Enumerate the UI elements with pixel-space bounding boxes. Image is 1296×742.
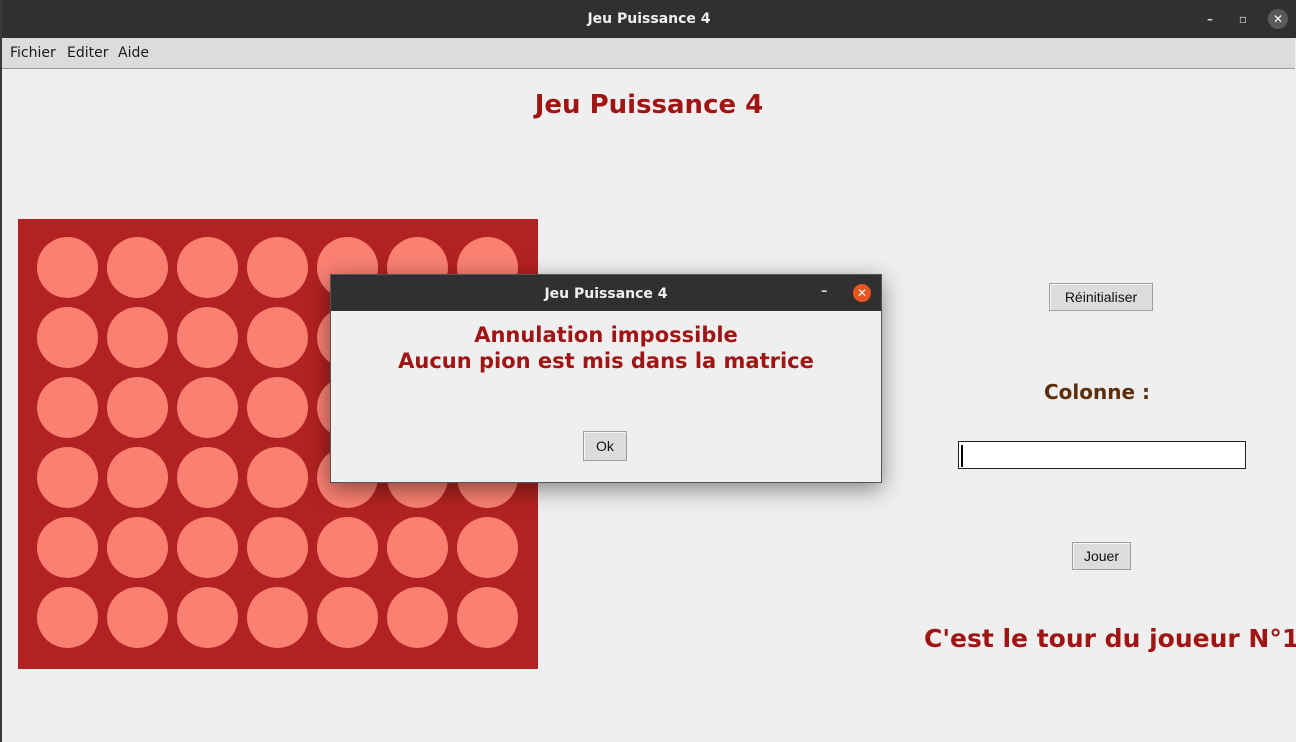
board-cell	[177, 517, 238, 578]
column-label: Colonne :	[1044, 380, 1151, 404]
board-cell	[37, 587, 98, 648]
page-title: Jeu Puissance 4	[534, 90, 764, 120]
minimize-icon[interactable]: –	[1200, 9, 1220, 29]
dialog-message-line1: Annulation impossible	[474, 323, 738, 347]
board-cell	[107, 307, 168, 368]
play-button[interactable]: Jouer	[1072, 542, 1131, 570]
board-cell	[247, 447, 308, 508]
board-cell	[107, 377, 168, 438]
close-icon[interactable]: ✕	[1268, 9, 1288, 29]
board-cell	[107, 587, 168, 648]
board-cell	[387, 517, 448, 578]
dialog-minimize-icon[interactable]: –	[821, 284, 828, 299]
board-cell	[247, 587, 308, 648]
reset-button[interactable]: Réinitialiser	[1049, 283, 1153, 311]
board-cell	[457, 587, 518, 648]
menu-fichier[interactable]: Fichier	[10, 45, 56, 61]
dialog-message-line2: Aucun pion est mis dans la matrice	[398, 349, 814, 373]
error-dialog: Jeu Puissance 4 – ✕ Annulation impossibl…	[330, 274, 882, 483]
dialog-title-bar[interactable]: Jeu Puissance 4 – ✕	[331, 275, 881, 311]
board-cell	[177, 447, 238, 508]
window-title: Jeu Puissance 4	[587, 11, 711, 27]
board-cell	[37, 377, 98, 438]
board-cell	[37, 307, 98, 368]
ok-button[interactable]: Ok	[583, 431, 627, 461]
maximize-icon[interactable]: ▫	[1233, 9, 1253, 29]
board-cell	[457, 517, 518, 578]
board-cell	[177, 307, 238, 368]
board-cell	[177, 587, 238, 648]
board-cell	[37, 517, 98, 578]
board-cell	[247, 517, 308, 578]
board-cell	[177, 377, 238, 438]
dialog-title: Jeu Puissance 4	[544, 286, 668, 302]
board-cell	[247, 307, 308, 368]
menu-bar: Fichier Editer Aide	[2, 38, 1295, 69]
board-cell	[177, 237, 238, 298]
menu-editer[interactable]: Editer	[67, 45, 108, 61]
board-cell	[317, 517, 378, 578]
board-cell	[107, 237, 168, 298]
title-bar[interactable]: Jeu Puissance 4 – ▫ ✕	[2, 0, 1296, 38]
menu-aide[interactable]: Aide	[118, 45, 149, 61]
board-cell	[107, 447, 168, 508]
board-cell	[37, 447, 98, 508]
board-cell	[317, 587, 378, 648]
board-cell	[37, 237, 98, 298]
column-input[interactable]	[958, 441, 1246, 469]
board-cell	[107, 517, 168, 578]
board-cell	[247, 237, 308, 298]
dialog-close-icon[interactable]: ✕	[853, 284, 871, 302]
status-text: C'est le tour du joueur N°1	[924, 624, 1296, 653]
board-cell	[247, 377, 308, 438]
board-cell	[387, 587, 448, 648]
text-caret	[961, 445, 963, 467]
